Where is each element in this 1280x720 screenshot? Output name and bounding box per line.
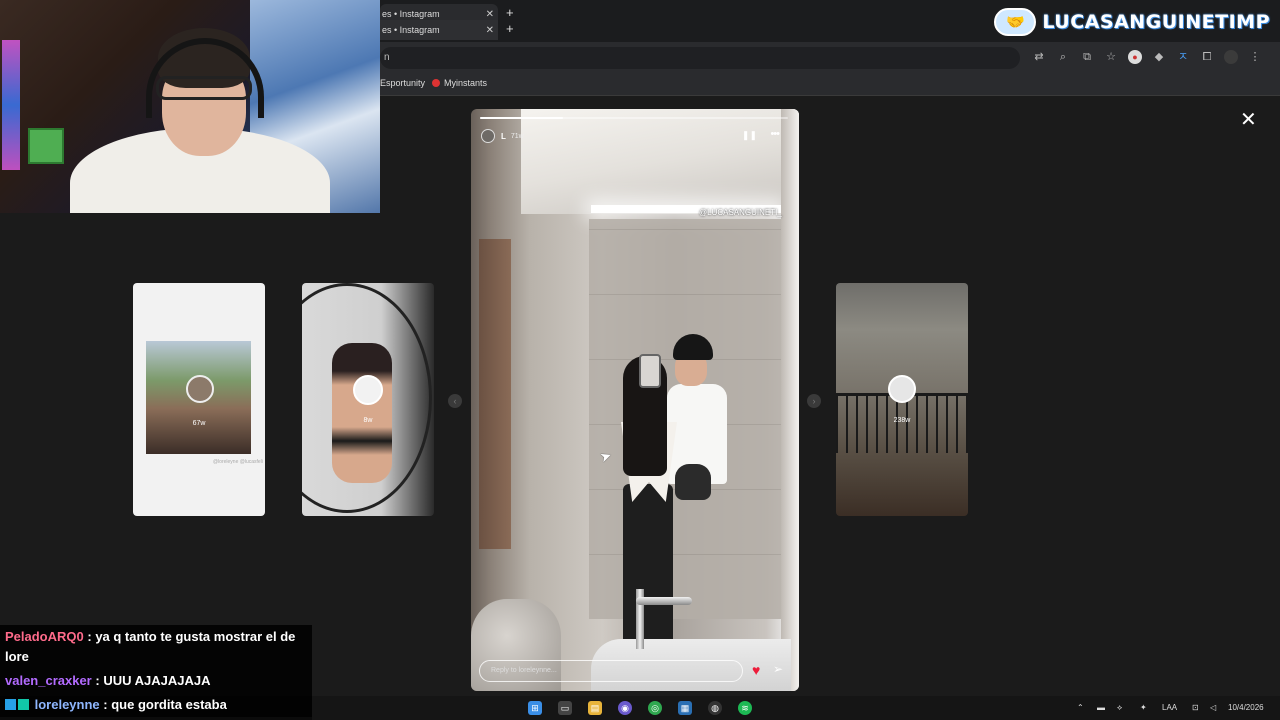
preview-time: 8w [363, 417, 373, 424]
network-icon[interactable]: ⊡ [1192, 703, 1199, 712]
tray-icon[interactable]: ▬ [1097, 703, 1105, 712]
toolbar-icons: ⇄ ⌕ ⧉ ☆ ● ◆ ㅈ ⧠ ⋮ [1032, 50, 1262, 64]
bookmark-item[interactable]: Esportunity [380, 78, 425, 88]
avatar [186, 375, 214, 403]
start-icon[interactable]: ⊞ [528, 701, 542, 715]
preview-photo [332, 343, 392, 483]
zoom-icon[interactable]: ⌕ [1056, 50, 1070, 64]
menu-kebab-icon[interactable]: ⋮ [1248, 50, 1262, 64]
bookmark-label: Myinstants [444, 78, 488, 88]
avatar [888, 375, 916, 403]
previous-story-icon[interactable]: ‹ [448, 394, 462, 408]
volume-icon[interactable]: ◁ [1210, 703, 1216, 712]
install-app-icon[interactable]: ⧉ [1080, 50, 1094, 64]
extensions-puzzle-icon[interactable]: ⧠ [1200, 50, 1214, 64]
preview-time: 238w [893, 417, 911, 424]
story-timestamp: 71w [510, 132, 524, 140]
chat-message: valen_craxker : UUU AJAJAJAJA [0, 669, 312, 693]
chat-username: valen_craxker [5, 673, 92, 688]
badge-icon [5, 699, 16, 710]
address-bar[interactable]: n [380, 47, 1020, 69]
extension-translate-icon[interactable]: ㅈ [1176, 50, 1190, 64]
profile-avatar[interactable] [1224, 50, 1238, 64]
avatar [353, 375, 383, 405]
chat-username: PeladoARQ0 [5, 629, 84, 644]
tray-lang[interactable]: LAA [1162, 703, 1177, 712]
extension-icon[interactable]: ● [1128, 50, 1142, 64]
badge-icon [18, 699, 29, 710]
story-progress-fill [480, 117, 564, 119]
story-header: L 71w ❚❚ ••• [481, 127, 789, 145]
next-story-icon[interactable]: › [807, 394, 821, 408]
tab-label: es • Instagram [382, 9, 440, 19]
extension-diamond-icon[interactable]: ◆ [1152, 50, 1166, 64]
more-options-icon[interactable]: ••• [770, 128, 780, 140]
chat-message: PeladoARQ0 : ya q tanto te gusta mostrar… [0, 625, 312, 669]
phone-icon [639, 354, 661, 388]
myinstants-icon [432, 79, 440, 87]
story-progress-bar [480, 117, 788, 119]
chrome-icon[interactable]: ◎ [648, 701, 662, 715]
discord-icon[interactable]: ◉ [618, 701, 632, 715]
file-explorer-icon[interactable]: ▤ [588, 701, 602, 715]
brand-logo: 🤝 LUCASANGUINETIMP [994, 8, 1270, 36]
active-story[interactable]: L 71w ❚❚ ••• @LUCASANGUINETI_ Reply to l… [471, 109, 799, 691]
close-tab-icon[interactable]: ✕ [486, 25, 494, 36]
close-icon[interactable]: ✕ [1240, 107, 1257, 132]
chat-text: UUU AJAJAJAJA [103, 673, 211, 688]
preview-time: 67w [192, 420, 206, 427]
translate-icon[interactable]: ⇄ [1032, 50, 1046, 64]
chat-message: loreleynne : que gordita estaba [0, 693, 312, 717]
tray-chevron-icon[interactable]: ⌃ [1077, 703, 1084, 712]
story-username[interactable]: L [501, 132, 506, 141]
story-photo-ceiling [521, 109, 799, 214]
webcam-overlay [0, 0, 380, 213]
story-photo-faucet [636, 589, 696, 649]
new-tab-icon[interactable]: + [506, 5, 514, 20]
avatar[interactable] [481, 129, 495, 143]
chat-overlay: PeladoARQ0 : ya q tanto te gusta mostrar… [0, 625, 312, 717]
story-watermark: @LUCASANGUINETI_ [699, 208, 782, 217]
bookmark-star-icon[interactable]: ☆ [1104, 50, 1118, 64]
story-preview[interactable]: 238w [836, 283, 968, 516]
spotify-icon[interactable]: ≋ [738, 701, 752, 715]
chat-username: loreleynne [34, 697, 100, 712]
like-heart-icon[interactable]: ♥ [752, 662, 760, 678]
story-preview[interactable]: 67w @loreleyne @lucasfeli [133, 283, 265, 516]
story-photo-mirror-edge [781, 109, 799, 691]
taskbar: ⊞ ▭ ▤ ◉ ◎ ▦ ◍ ≋ ⌃ ▬ ⟡ ✦ LAA ⊡ ◁ 10/4/202… [312, 696, 1280, 720]
obs-icon[interactable]: ◍ [708, 701, 722, 715]
bookmark-label: Esportunity [380, 78, 426, 88]
browser-tab-active[interactable]: es • Instagram ✕ [380, 20, 498, 40]
task-view-icon[interactable]: ▭ [558, 701, 572, 715]
tray-icon[interactable]: ✦ [1140, 703, 1147, 712]
chat-text: que gordita estaba [111, 697, 227, 712]
story-preview[interactable]: 8w [302, 283, 434, 516]
preview-caption: @loreleyne @lucasfeli [213, 459, 263, 465]
story-photo-door [479, 239, 511, 549]
send-icon[interactable]: ➢ [773, 662, 783, 676]
close-tab-icon[interactable]: ✕ [486, 9, 494, 20]
minecraft-block [28, 128, 64, 164]
new-tab-icon[interactable]: + [506, 21, 514, 36]
reply-input[interactable]: Reply to loreleynne... [479, 660, 743, 682]
brand-name: LUCASANGUINETIMP [1042, 11, 1270, 33]
streamer [70, 28, 330, 213]
tab-label: es • Instagram [382, 25, 440, 35]
pause-icon[interactable]: ❚❚ [742, 130, 757, 141]
taskbar-date: 10/4/2026 [1228, 703, 1264, 712]
app-icon[interactable]: ▦ [678, 701, 692, 715]
handshake-icon: 🤝 [994, 8, 1037, 36]
bookmark-item[interactable]: Myinstants [432, 78, 487, 88]
tray-icon[interactable]: ⟡ [1117, 703, 1122, 713]
